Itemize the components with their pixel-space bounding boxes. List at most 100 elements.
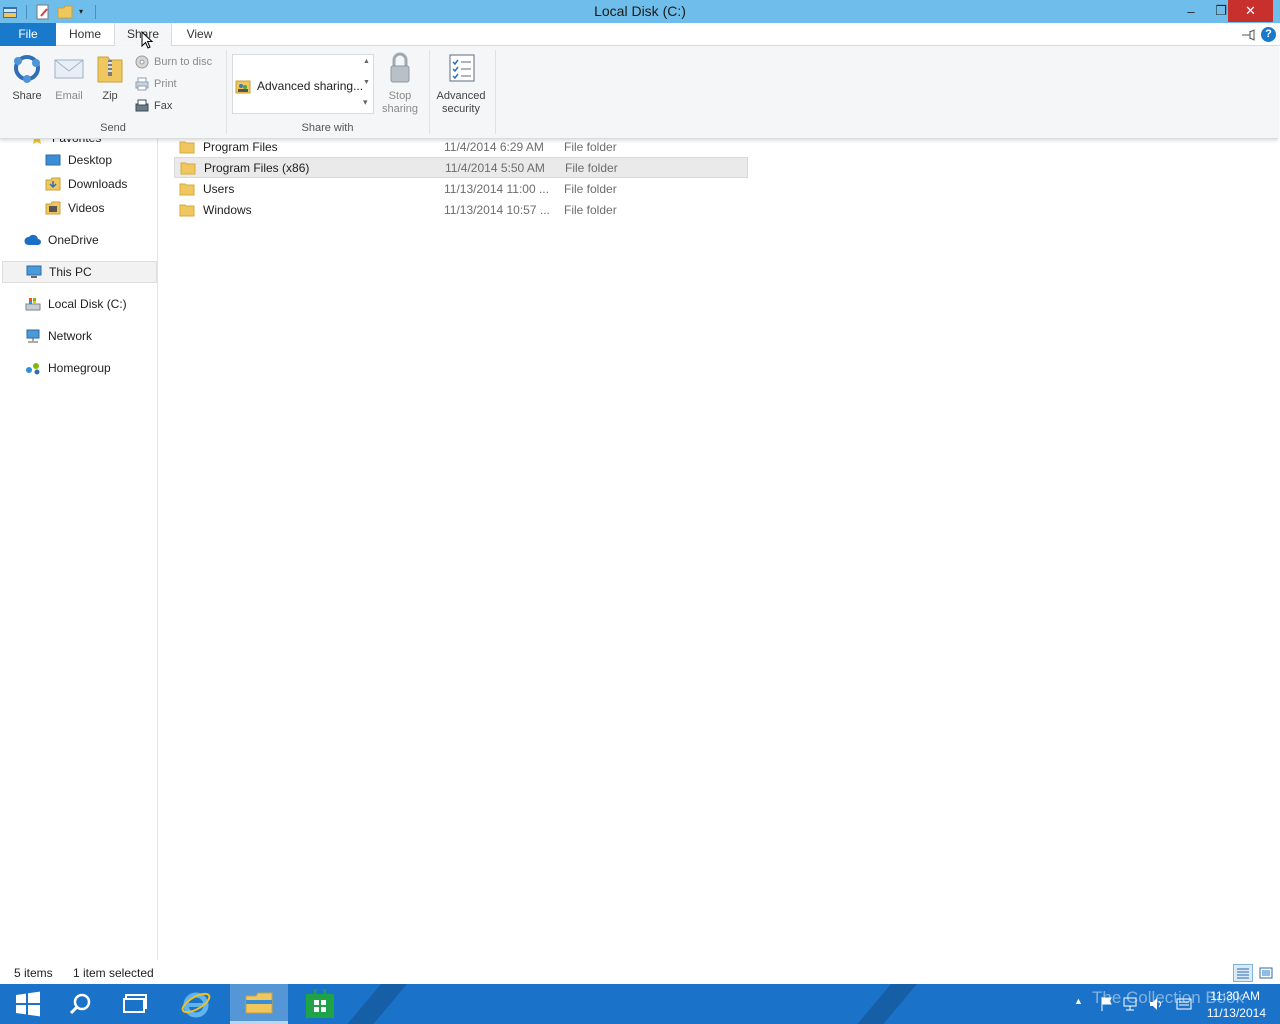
zip-label: Zip [102, 90, 118, 102]
file-explorer-button[interactable] [230, 984, 288, 1024]
taskbar-decoration [840, 984, 926, 1024]
ribbon-share: Share Email Zip Burn to disc Print Fax S… [0, 46, 1278, 139]
file-explorer-icon [245, 992, 273, 1013]
file-name: Program Files (x86) [204, 160, 310, 175]
zip-button[interactable]: Zip [92, 50, 128, 118]
nav-localdisk-label: Local Disk (C:) [48, 297, 127, 311]
file-name: Program Files [203, 139, 278, 154]
send-group-label: Send [100, 122, 126, 134]
gallery-scroll[interactable]: ▲ ▼ ▾ [361, 55, 373, 113]
fax-label: Fax [154, 100, 173, 112]
nav-localdisk[interactable]: Local Disk (C:) [24, 293, 127, 315]
task-view-icon [123, 994, 147, 1013]
window-title: Local Disk (C:) [594, 3, 686, 19]
email-icon [52, 50, 86, 86]
print-button[interactable]: Print [134, 75, 177, 93]
search-button[interactable] [52, 984, 108, 1024]
share-with-gallery[interactable]: Advanced sharing... ▲ ▼ ▾ [232, 54, 374, 114]
clock-time[interactable]: 11:30 AM [1210, 989, 1260, 1003]
file-date: 11/13/2014 11:00 ... [444, 181, 549, 196]
nav-homegroup-label: Homegroup [48, 361, 111, 375]
advanced-sharing-item[interactable]: Advanced sharing... [235, 77, 363, 95]
print-label: Print [154, 78, 177, 90]
zip-icon [93, 50, 127, 86]
file-date: 11/4/2014 6:29 AM [444, 139, 544, 154]
tab-file[interactable]: File [0, 23, 56, 46]
folder-icon [179, 141, 195, 153]
email-button[interactable]: Email [50, 50, 88, 118]
store-button[interactable] [292, 984, 348, 1024]
file-row[interactable]: Windows 11/13/2014 10:57 ... File folder [174, 199, 748, 220]
gallery-more-icon[interactable]: ▾ [363, 97, 368, 108]
system-tray: The Collection Book ▲ 11:30 AM 11/13/201… [1020, 984, 1280, 1024]
drive-icon [24, 296, 42, 312]
burn-to-disc-button[interactable]: Burn to disc [134, 53, 212, 71]
file-date: 11/4/2014 5:50 AM [445, 160, 545, 175]
file-type: File folder [564, 139, 617, 154]
start-button[interactable] [0, 984, 56, 1024]
title-bar: ▾ Local Disk (C:) – ❐ ✕ [0, 0, 1280, 23]
internet-explorer-icon [181, 992, 211, 1018]
volume-icon[interactable] [1148, 996, 1164, 1012]
file-row-selected[interactable]: Program Files (x86) 11/4/2014 5:50 AM Fi… [174, 157, 748, 178]
nav-videos[interactable]: Videos [44, 197, 104, 219]
nav-downloads-label: Downloads [68, 177, 128, 191]
file-name: Windows [203, 202, 252, 217]
details-view-button[interactable] [1233, 964, 1253, 982]
file-date: 11/13/2014 10:57 ... [444, 202, 550, 217]
burn-to-disc-label: Burn to disc [154, 56, 213, 68]
nav-network[interactable]: Network [24, 325, 92, 347]
tab-view[interactable]: View [172, 23, 227, 46]
store-icon [306, 989, 334, 1018]
action-center-flag-icon[interactable] [1100, 996, 1114, 1012]
nav-videos-label: Videos [68, 201, 105, 215]
tab-home[interactable]: Home [56, 23, 114, 46]
mouse-cursor-icon [141, 30, 154, 53]
nav-thispc-label: This PC [49, 265, 92, 279]
lock-icon [383, 50, 417, 86]
navigation-pane: Favorites Desktop Downloads Videos OneDr… [0, 131, 158, 960]
details-view-icon [1237, 968, 1249, 979]
file-type: File folder [564, 181, 617, 196]
large-icons-view-button[interactable] [1256, 964, 1276, 982]
file-row[interactable]: Users 11/13/2014 11:00 ... File folder [174, 178, 748, 199]
nav-desktop[interactable]: Desktop [44, 149, 112, 171]
email-label: Email [55, 90, 83, 102]
stop-sharing-line2: sharing [381, 103, 419, 115]
clock-date[interactable]: 11/13/2014 [1207, 1006, 1266, 1020]
folder-icon [179, 183, 195, 195]
folder-icon [179, 204, 195, 216]
gallery-down-icon[interactable]: ▼ [363, 79, 370, 86]
large-icons-view-icon [1259, 967, 1273, 979]
gallery-up-icon[interactable]: ▲ [363, 58, 370, 65]
nav-homegroup[interactable]: Homegroup [24, 357, 111, 379]
stop-sharing-button[interactable]: Stop sharing [378, 50, 422, 118]
share-button[interactable]: Share [8, 50, 46, 118]
nav-downloads[interactable]: Downloads [44, 173, 127, 195]
windows-logo-icon [16, 991, 40, 1017]
nav-thispc[interactable]: This PC [2, 261, 157, 283]
share-with-group-label: Share with [301, 122, 354, 134]
close-button[interactable]: ✕ [1228, 0, 1273, 22]
keyboard-icon[interactable] [1176, 998, 1192, 1010]
stop-sharing-label: Stop sharing [378, 90, 422, 116]
minimize-button[interactable]: – [1174, 0, 1208, 22]
nav-onedrive[interactable]: OneDrive [24, 229, 99, 251]
file-row[interactable]: Program Files 11/4/2014 6:29 AM File fol… [174, 136, 748, 157]
advanced-security-button[interactable]: Advanced security [433, 50, 489, 118]
help-icon[interactable]: ? [1261, 27, 1276, 42]
videos-folder-icon [44, 200, 62, 216]
pin-ribbon-icon[interactable] [1240, 28, 1256, 42]
nav-onedrive-label: OneDrive [48, 233, 99, 247]
internet-explorer-button[interactable] [168, 984, 224, 1024]
advanced-sharing-label: Advanced sharing... [257, 79, 364, 93]
taskbar: The Collection Book ▲ 11:30 AM 11/13/201… [0, 984, 1280, 1024]
network-status-icon[interactable] [1122, 996, 1138, 1012]
show-hidden-icons-icon[interactable]: ▲ [1074, 996, 1083, 1006]
file-name: Users [203, 181, 235, 196]
task-view-button[interactable] [108, 984, 164, 1024]
advanced-security-label: Advanced security [433, 90, 489, 116]
fax-button[interactable]: Fax [134, 97, 172, 115]
ribbon-tabs: File Home Share View ? [0, 23, 1280, 47]
advanced-security-line2: security [442, 103, 480, 115]
